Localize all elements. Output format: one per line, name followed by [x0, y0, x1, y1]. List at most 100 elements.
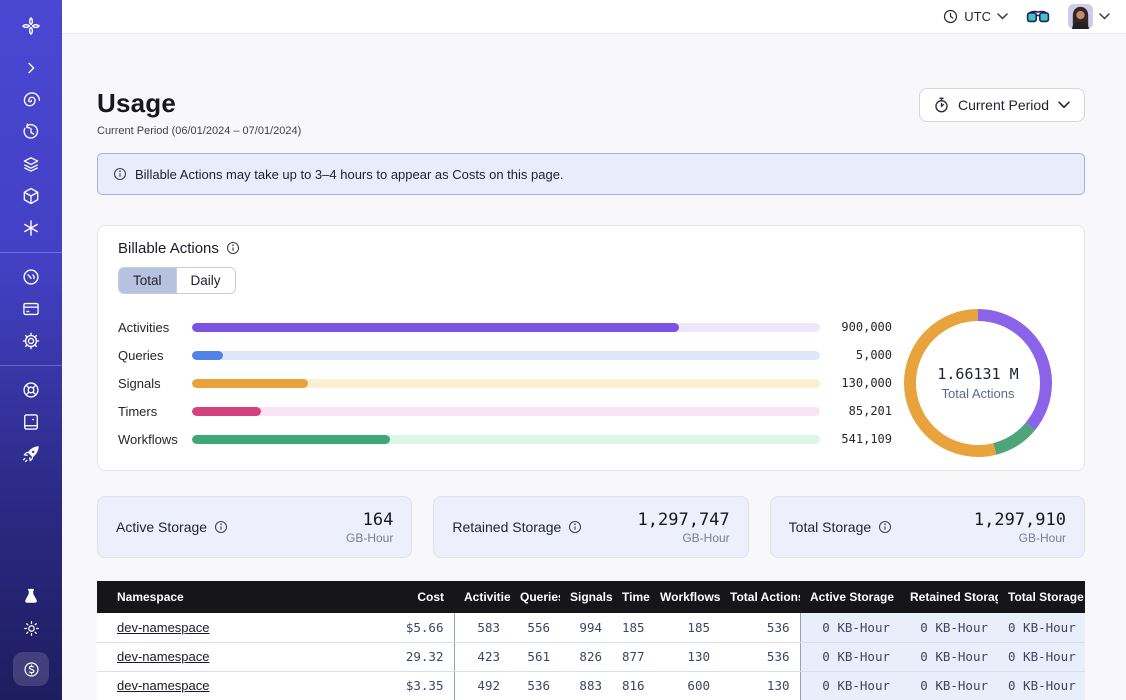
column-header-cost: Cost: [370, 581, 454, 613]
expand-chevron-icon[interactable]: [0, 53, 62, 83]
table-cell: 130: [720, 671, 800, 700]
pricing-icon: [22, 660, 41, 679]
table-cell: $5.66: [370, 613, 454, 642]
bar-row-workflows: Workflows 541,109: [118, 425, 892, 453]
column-header-namespace: Namespace: [97, 581, 370, 613]
bar-fill: [192, 435, 390, 444]
main-content: Usage Current Period (06/01/2024 – 07/01…: [62, 34, 1126, 700]
settings-icon[interactable]: [0, 326, 62, 356]
table-cell: 826: [560, 642, 612, 671]
page-subtitle: Current Period (06/01/2024 – 07/01/2024): [97, 125, 301, 137]
table-cell: 0 KB-Hour: [800, 642, 900, 671]
column-header-active-storage: Active Storage: [800, 581, 900, 613]
column-header-workflows: Workflows: [650, 581, 720, 613]
storage-card-label: Total Storage: [789, 519, 872, 535]
info-icon[interactable]: [226, 240, 240, 257]
schedules-icon[interactable]: [0, 117, 62, 147]
info-icon[interactable]: [568, 519, 582, 535]
table-cell: 0 KB-Hour: [800, 613, 900, 642]
tab-total[interactable]: Total: [119, 268, 176, 293]
storage-card-value: 1,297,910: [974, 510, 1066, 530]
bar-value: 541,109: [828, 432, 892, 446]
user-menu[interactable]: [1068, 4, 1110, 29]
info-icon[interactable]: [214, 519, 228, 535]
billable-bar-chart: Activities900,000Queries5,000Signals130,…: [118, 313, 892, 453]
timezone-label: UTC: [964, 9, 991, 24]
nexus-icon[interactable]: [0, 213, 62, 243]
bar-row-timers: Timers 85,201: [118, 397, 892, 425]
support-icon[interactable]: [0, 375, 62, 405]
docs-icon[interactable]: [0, 407, 62, 437]
page-title: Usage: [97, 88, 301, 119]
pricing-nav-item[interactable]: [0, 651, 62, 687]
bar-label: Workflows: [118, 432, 184, 447]
table-cell: 877: [612, 642, 650, 671]
table-cell: 0 KB-Hour: [998, 642, 1085, 671]
table-cell: 0 KB-Hour: [900, 671, 998, 700]
chevron-down-icon: [997, 13, 1008, 20]
deployments-icon[interactable]: [0, 149, 62, 179]
billable-actions-card: Billable Actions TotalDaily Activities 90…: [97, 225, 1085, 471]
bar-value: 900,000: [828, 320, 892, 334]
sidebar: [0, 0, 62, 700]
namespace-cell: dev-namespace: [97, 613, 370, 642]
period-selector-button[interactable]: Current Period: [919, 88, 1085, 122]
table-cell: 0 KB-Hour: [900, 642, 998, 671]
usage-icon[interactable]: [0, 262, 62, 292]
column-header-timers: Timers: [612, 581, 650, 613]
bar-value: 85,201: [828, 404, 892, 418]
table-cell: 561: [510, 642, 560, 671]
namespace-link[interactable]: dev-namespace: [117, 620, 210, 635]
namespace-cell: dev-namespace: [97, 671, 370, 700]
topbar: UTC: [62, 0, 1126, 34]
table-row: dev-namespace$3.354925368838166001300 KB…: [97, 671, 1085, 700]
namespace-link[interactable]: dev-namespace: [117, 649, 210, 664]
info-banner: Billable Actions may take up to 3–4 hour…: [97, 153, 1085, 195]
temporal-logo-icon[interactable]: [0, 11, 62, 41]
billing-icon[interactable]: [0, 294, 62, 324]
tab-daily[interactable]: Daily: [176, 268, 235, 293]
storage-card-unit: GB-Hour: [346, 531, 393, 545]
bar-label: Timers: [118, 404, 184, 419]
column-header-total-actions: Total Actions: [720, 581, 800, 613]
billable-actions-title: Billable Actions: [118, 240, 219, 257]
info-icon[interactable]: [878, 519, 892, 535]
table-cell: 583: [454, 613, 510, 642]
info-icon: [113, 167, 127, 182]
chevron-down-icon: [1058, 101, 1070, 109]
bar-track: [192, 435, 820, 444]
table-header-row: NamespaceCostActivitiesQueriesSignalsTim…: [97, 581, 1085, 613]
feedback-glasses-button[interactable]: [1026, 9, 1050, 24]
storage-card-retained-storage: Retained Storage1,297,747GB-Hour: [433, 496, 748, 558]
bar-row-signals: Signals130,000: [118, 369, 892, 397]
table-cell: 0 KB-Hour: [900, 613, 998, 642]
storage-card-unit: GB-Hour: [638, 531, 730, 545]
bar-value: 130,000: [828, 376, 892, 390]
storage-card-label: Retained Storage: [452, 519, 561, 535]
bar-track: [192, 407, 820, 416]
sidebar-divider: [0, 365, 62, 366]
timezone-selector[interactable]: UTC: [943, 9, 1008, 24]
banner-text: Billable Actions may take up to 3–4 hour…: [135, 167, 564, 182]
getting-started-icon[interactable]: [0, 439, 62, 469]
table-cell: 556: [510, 613, 560, 642]
bar-row-activities: Activities 900,000: [118, 313, 892, 341]
bar-fill: [192, 351, 223, 360]
table-cell: 0 KB-Hour: [998, 671, 1085, 700]
table-cell: 994: [560, 613, 612, 642]
namespaces-icon[interactable]: [0, 85, 62, 115]
table-cell: 423: [454, 642, 510, 671]
labs-icon[interactable]: [0, 581, 62, 611]
table-row: dev-namespace$5.665835569941851855360 KB…: [97, 613, 1085, 642]
bar-fill: [192, 407, 261, 416]
total-actions-donut: 1.66131 M Total Actions: [892, 308, 1064, 458]
glasses-icon: [1026, 9, 1050, 24]
bar-track: [192, 379, 820, 388]
table-cell: 185: [612, 613, 650, 642]
bar-track: [192, 323, 820, 332]
workflows-icon[interactable]: [0, 181, 62, 211]
namespace-link[interactable]: dev-namespace: [117, 678, 210, 693]
bar-label: Activities: [118, 320, 184, 335]
theme-toggle-icon[interactable]: [0, 613, 62, 643]
table-row: dev-namespace29.324235618268771305360 KB…: [97, 642, 1085, 671]
